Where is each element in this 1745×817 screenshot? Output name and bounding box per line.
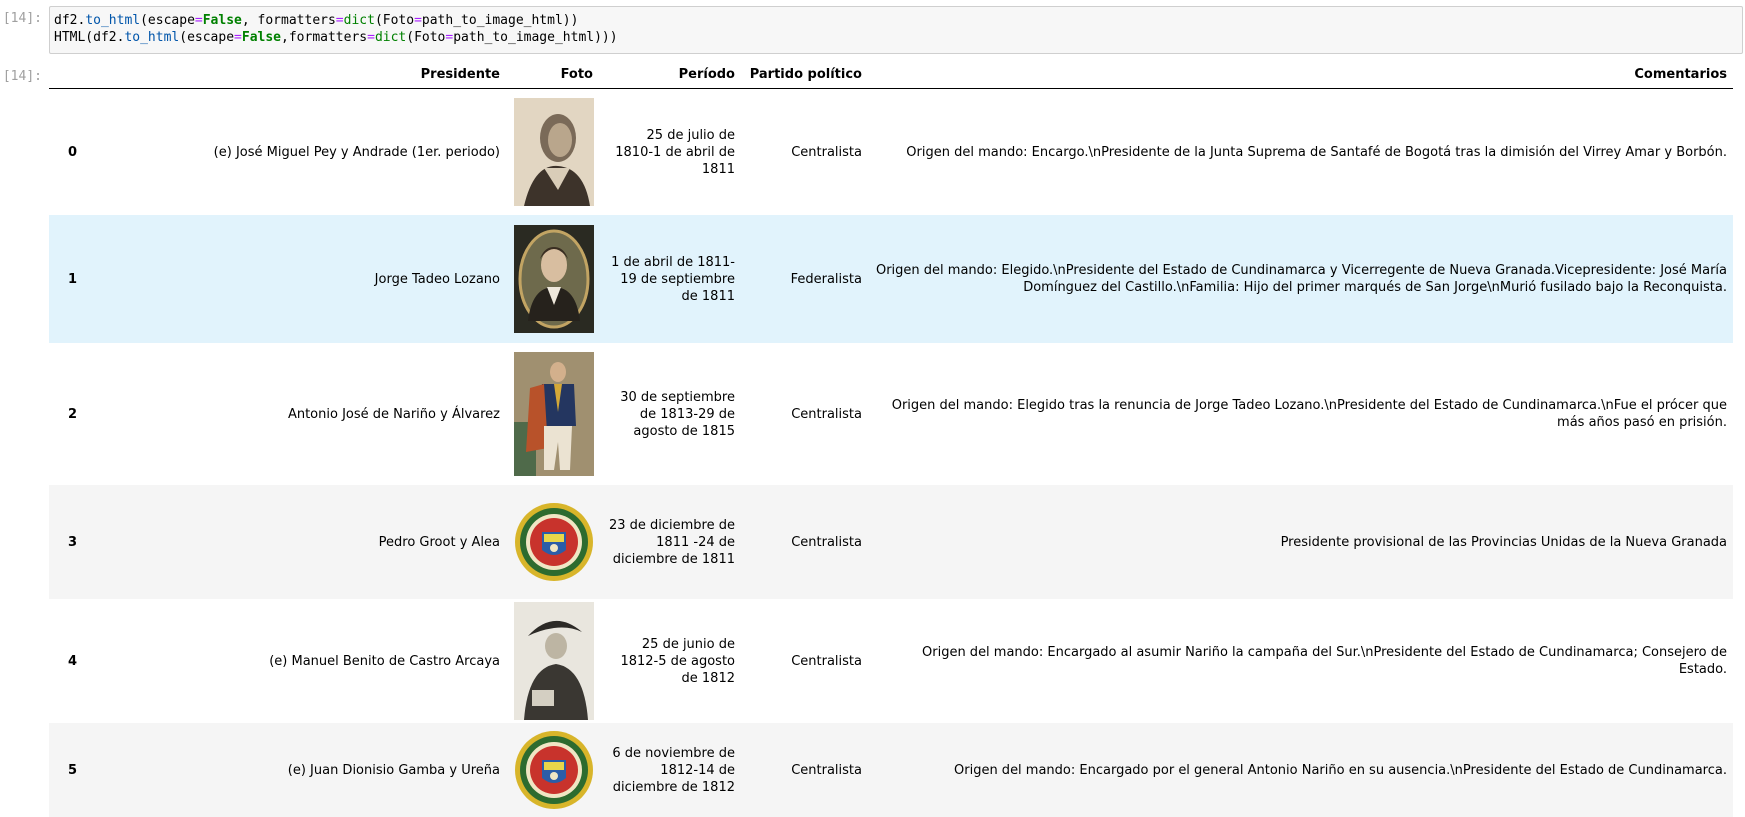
cell-foto bbox=[506, 485, 599, 599]
cell-periodo: 6 de noviembre de 1812-14 de diciembre d… bbox=[599, 723, 741, 817]
portrait-castro-icon bbox=[514, 602, 594, 720]
code-cell[interactable]: df2.to_html(escape=False, formatters=dic… bbox=[49, 6, 1743, 54]
header-partido: Partido político bbox=[741, 62, 868, 89]
cell-periodo: 1 de abril de 1811-19 de septiembre de 1… bbox=[599, 215, 741, 343]
cell-presidente: Antonio José de Nariño y Álvarez bbox=[287, 406, 500, 422]
cell-comentarios: Presidente provisional de las Provincias… bbox=[868, 485, 1733, 599]
cell-foto bbox=[506, 89, 599, 216]
cell-presidente: (e) Juan Dionisio Gamba y Ureña bbox=[106, 723, 506, 817]
cell-comentarios: Origen del mando: Elegido.\nPresidente d… bbox=[868, 215, 1733, 343]
dataframe-table: Presidente Foto Período Partido político… bbox=[49, 62, 1733, 817]
cell-foto bbox=[506, 599, 599, 723]
seal-provincias-unidas-icon bbox=[515, 503, 593, 581]
row-index: 0 bbox=[68, 144, 78, 160]
seal-provincias-unidas-icon bbox=[515, 731, 593, 809]
table-row: 4 (e) Manuel Benito de Castro Arcaya 25 … bbox=[49, 599, 1733, 723]
cell-foto bbox=[506, 343, 599, 485]
cell-comentarios: Origen del mando: Elegido tras la renunc… bbox=[891, 398, 1727, 430]
code-line-1: df2.to_html(escape=False, formatters=dic… bbox=[54, 13, 579, 28]
portrait-lozano-icon bbox=[514, 225, 594, 333]
cell-partido: Centralista bbox=[741, 485, 868, 599]
row-index: 4 bbox=[68, 653, 78, 669]
header-presidente: Presidente bbox=[106, 62, 506, 89]
cell-comentarios: Origen del mando: Encargado por el gener… bbox=[868, 723, 1733, 817]
row-index: 3 bbox=[49, 485, 106, 599]
cell-partido: Centralista bbox=[791, 144, 862, 160]
input-prompt: [14]: bbox=[2, 11, 42, 26]
cell-presidente: Pedro Groot y Alea bbox=[106, 485, 506, 599]
table-row: 2 Antonio José de Nariño y Álvarez 30 de… bbox=[49, 343, 1733, 485]
cell-presidente: (e) José Miguel Pey y Andrade (1er. peri… bbox=[213, 144, 500, 160]
header-foto: Foto bbox=[506, 62, 599, 89]
output-prompt: [14]: bbox=[2, 69, 42, 84]
cell-comentarios: Origen del mando: Encargo.\nPresidente d… bbox=[906, 144, 1727, 160]
header-comentarios: Comentarios bbox=[868, 62, 1733, 89]
row-index: 5 bbox=[49, 723, 106, 817]
table-header-row: Presidente Foto Período Partido político… bbox=[49, 62, 1733, 89]
header-index bbox=[49, 62, 106, 89]
cell-partido: Centralista bbox=[741, 723, 868, 817]
table-row: 5 (e) Juan Dionisio Gamba y Ureña 6 de n… bbox=[49, 723, 1733, 817]
cell-partido: Centralista bbox=[791, 653, 862, 669]
cell-foto bbox=[506, 723, 599, 817]
row-index: 2 bbox=[68, 406, 78, 422]
cell-presidente: (e) Manuel Benito de Castro Arcaya bbox=[269, 653, 500, 669]
output-area: Presidente Foto Período Partido político… bbox=[49, 62, 1733, 817]
table-row: 1 Jorge Tadeo Lozano 1 de abril de 1811-… bbox=[49, 215, 1733, 343]
portrait-narino-icon bbox=[514, 352, 594, 476]
row-index: 1 bbox=[49, 215, 106, 343]
cell-periodo: 30 de septiembre de 1813-29 de agosto de… bbox=[620, 389, 735, 439]
cell-partido: Centralista bbox=[791, 406, 862, 422]
cell-periodo: 25 de junio de 1812-5 de agosto de 1812 bbox=[620, 636, 735, 686]
table-row: 3 Pedro Groot y Alea 23 de diciembre de … bbox=[49, 485, 1733, 599]
cell-periodo: 25 de julio de 1810-1 de abril de 1811 bbox=[615, 127, 735, 177]
header-periodo: Período bbox=[599, 62, 741, 89]
table-row: 0 (e) José Miguel Pey y Andrade (1er. pe… bbox=[49, 89, 1733, 216]
code-line-2: HTML(df2.to_html(escape=False,formatters… bbox=[54, 30, 618, 45]
cell-periodo: 23 de diciembre de 1811 -24 de diciembre… bbox=[599, 485, 741, 599]
cell-comentarios: Origen del mando: Encargado al asumir Na… bbox=[922, 645, 1727, 677]
portrait-pey-icon bbox=[514, 98, 594, 206]
cell-presidente: Jorge Tadeo Lozano bbox=[106, 215, 506, 343]
cell-partido: Federalista bbox=[741, 215, 868, 343]
cell-foto bbox=[506, 215, 599, 343]
